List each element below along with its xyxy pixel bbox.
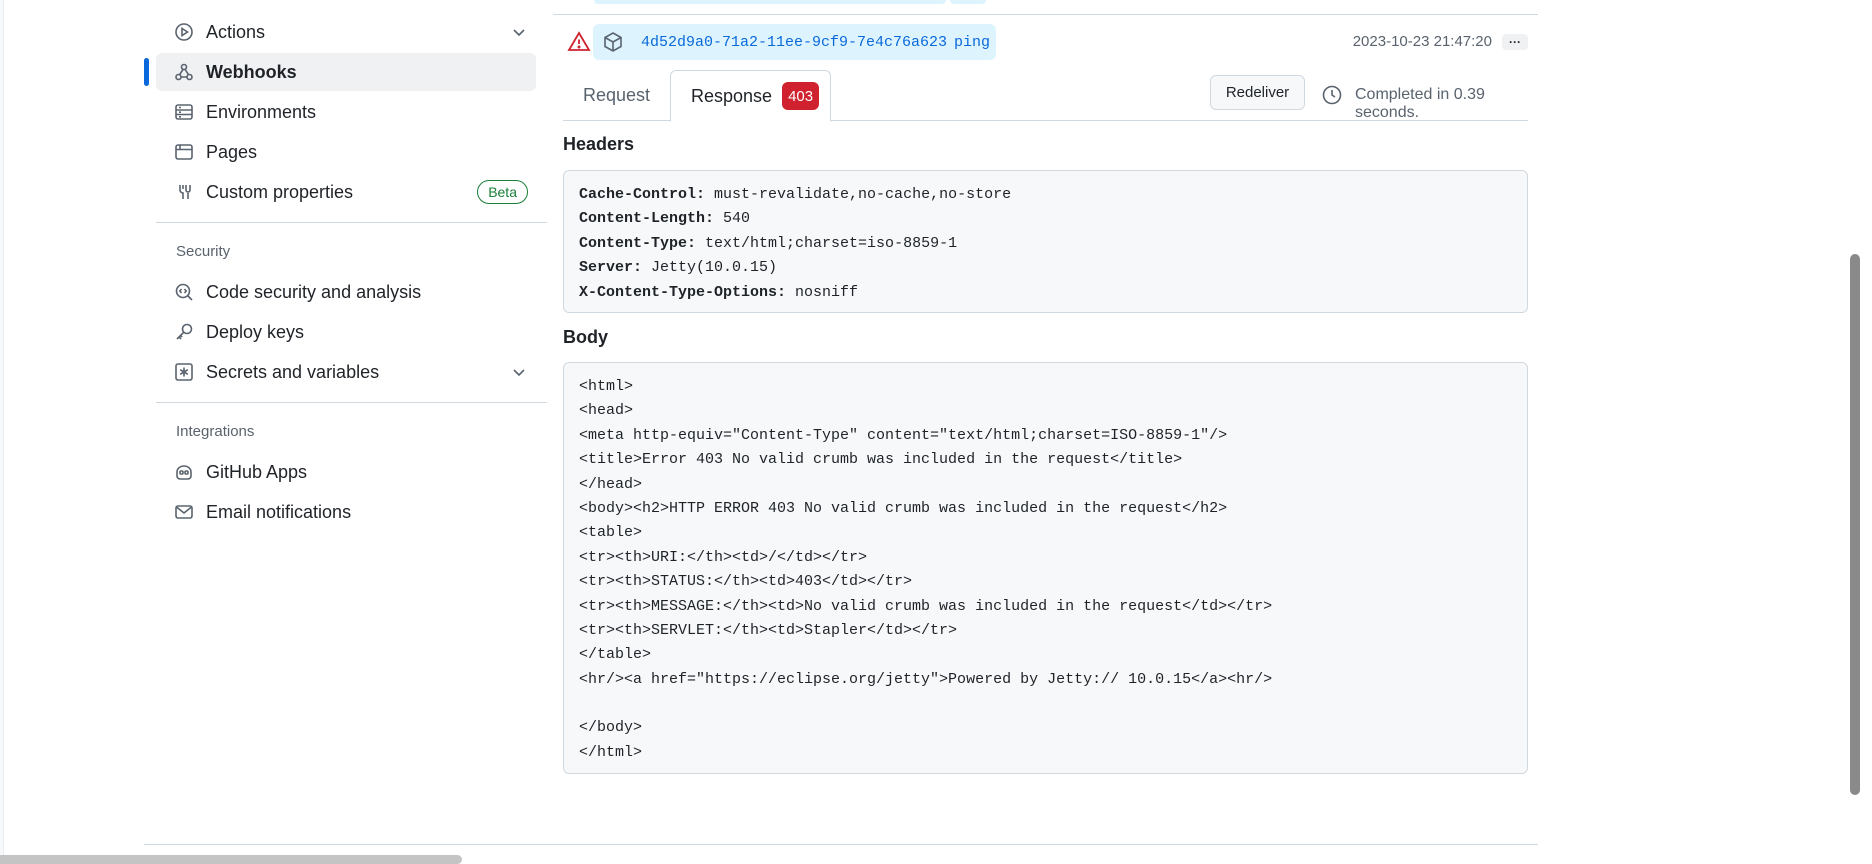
- sidebar-item-custom-properties[interactable]: Custom properties Beta: [156, 173, 536, 211]
- codescan-icon: [174, 282, 194, 302]
- redeliver-button[interactable]: Redeliver: [1210, 75, 1305, 110]
- body-line: </body>: [579, 719, 643, 737]
- header-row: Content-Length: 540: [579, 207, 1512, 231]
- body-line: <body><h2>HTTP ERROR 403 No valid crumb …: [579, 499, 1228, 517]
- sidebar-item-pages[interactable]: Pages: [156, 133, 536, 171]
- header-value: text/html;charset=iso-8859-1: [696, 234, 958, 252]
- sidebar-divider: [156, 222, 547, 223]
- asterisk-icon: [174, 362, 194, 382]
- header-value: nosniff: [786, 283, 859, 301]
- vertical-scrollbar-thumb[interactable]: [1850, 254, 1860, 795]
- previous-event-chip: [950, 0, 986, 4]
- sidebar-item-label: GitHub Apps: [206, 461, 308, 482]
- more-options-button[interactable]: ···: [1502, 34, 1528, 50]
- body-line: <tr><th>SERVLET:</th><td>Stapler</td></t…: [579, 621, 958, 639]
- sidebar-section-security: Security: [176, 243, 231, 260]
- header-row: X-Content-Type-Options: nosniff: [579, 281, 1512, 305]
- sidebar-item-label: Code security and analysis: [206, 281, 422, 302]
- chevron-down-icon[interactable]: [510, 23, 528, 41]
- header-key: Content-Type:: [579, 234, 697, 252]
- body-line: </html>: [579, 743, 643, 761]
- request-response-tabs: Request Response 403 Redeliver Completed…: [563, 70, 1528, 122]
- completion-time: Completed in 0.39 seconds.: [1355, 86, 1485, 121]
- body-line: <title>Error 403 No valid crumb was incl…: [579, 451, 1183, 469]
- tools-icon: [174, 182, 194, 202]
- delivery-timestamp: 2023-10-23 21:47:20: [1352, 33, 1492, 50]
- delivery-row[interactable]: 4d52d9a0-71a2-11ee-9cf9-7e4c76a623df pin…: [553, 24, 1538, 60]
- sidebar-item-code-security[interactable]: Code security and analysis: [156, 273, 536, 311]
- sidebar-item-email-notifications[interactable]: Email notifications: [156, 493, 536, 531]
- status-code-badge: 403: [782, 82, 820, 110]
- row-divider: [553, 14, 1538, 15]
- sidebar-item-label: Custom properties: [206, 181, 354, 202]
- sidebar-item-label: Pages: [206, 141, 258, 162]
- webhook-icon: [174, 62, 194, 82]
- mail-icon: [174, 502, 194, 522]
- header-key: Content-Length:: [579, 210, 715, 228]
- sidebar-divider: [156, 402, 547, 403]
- header-row: Cache-Control: must-revalidate,no-cache,…: [579, 183, 1512, 207]
- body-line: <meta http-equiv="Content-Type" content=…: [579, 426, 1228, 444]
- sidebar-item-label: Actions: [206, 21, 266, 42]
- window-edge: [0, 0, 4, 864]
- body-line: <hr/><a href="https://eclipse.org/jetty"…: [579, 670, 1273, 688]
- header-value: must-revalidate,no-cache,no-store: [705, 186, 1012, 203]
- response-body: <html> <head> <meta http-equiv="Content-…: [563, 362, 1528, 774]
- tab-response[interactable]: Response 403: [670, 70, 831, 122]
- sidebar-item-label: Email notifications: [206, 501, 352, 522]
- sidebar-item-deploy-keys[interactable]: Deploy keys: [156, 313, 536, 351]
- play-icon: [174, 22, 194, 42]
- tab-request[interactable]: Request: [583, 70, 650, 121]
- sidebar-item-environments[interactable]: Environments: [156, 93, 536, 131]
- tab-label: Response: [691, 85, 773, 106]
- sidebar-section-integrations: Integrations: [176, 423, 255, 440]
- sidebar-item-github-apps[interactable]: GitHub Apps: [156, 453, 536, 491]
- body-line: <table>: [579, 524, 643, 542]
- copilot-icon: [174, 462, 194, 482]
- tab-label: Request: [583, 85, 651, 105]
- sidebar-item-label: Secrets and variables: [206, 361, 380, 382]
- body-line: </table>: [579, 646, 652, 664]
- clock-icon: [1321, 84, 1343, 106]
- body-line: </head>: [579, 475, 643, 493]
- chevron-down-icon[interactable]: [510, 363, 528, 381]
- event-type-badge: ping: [948, 24, 997, 60]
- active-indicator: [144, 58, 149, 86]
- body-line: <html>: [579, 378, 634, 395]
- header-value: Jetty(10.0.15): [642, 259, 778, 277]
- sidebar-item-label: Webhooks: [206, 61, 297, 82]
- header-value: 540: [714, 210, 751, 228]
- delivery-guid[interactable]: 4d52d9a0-71a2-11ee-9cf9-7e4c76a623df: [593, 24, 972, 60]
- horizontal-scrollbar-thumb[interactable]: [0, 855, 462, 864]
- page-divider: [144, 844, 1538, 845]
- sidebar-item-label: Environments: [206, 101, 317, 122]
- server-icon: [174, 102, 194, 122]
- body-line: <tr><th>MESSAGE:</th><td>No valid crumb …: [579, 597, 1273, 615]
- response-headers: Cache-Control: must-revalidate,no-cache,…: [563, 170, 1528, 313]
- body-line: <tr><th>URI:</th><td>/</td></tr>: [579, 548, 868, 566]
- header-key: Cache-Control:: [579, 186, 706, 203]
- sidebar-item-actions[interactable]: Actions: [156, 13, 536, 51]
- header-row: Content-Type: text/html;charset=iso-8859…: [579, 232, 1512, 256]
- alert-icon: [567, 30, 591, 54]
- previous-guid-chip: [594, 0, 946, 4]
- headers-title: Headers: [563, 134, 635, 154]
- header-key: Server:: [579, 259, 643, 277]
- body-line: <head>: [579, 402, 634, 420]
- body-line: <tr><th>STATUS:</th><td>403</td></tr>: [579, 573, 913, 591]
- body-line: [579, 692, 1512, 716]
- header-row: Server: Jetty(10.0.15): [579, 256, 1512, 280]
- header-key: X-Content-Type-Options:: [579, 283, 787, 301]
- sidebar-item-webhooks[interactable]: Webhooks: [144, 53, 536, 91]
- body-title: Body: [563, 327, 608, 347]
- key-icon: [174, 322, 194, 342]
- sidebar-item-label: Deploy keys: [206, 321, 305, 342]
- sidebar-item-secrets-and-variables[interactable]: Secrets and variables: [156, 353, 536, 391]
- package-icon: [602, 31, 624, 53]
- browser-icon: [174, 142, 194, 162]
- beta-badge: Beta: [477, 180, 528, 204]
